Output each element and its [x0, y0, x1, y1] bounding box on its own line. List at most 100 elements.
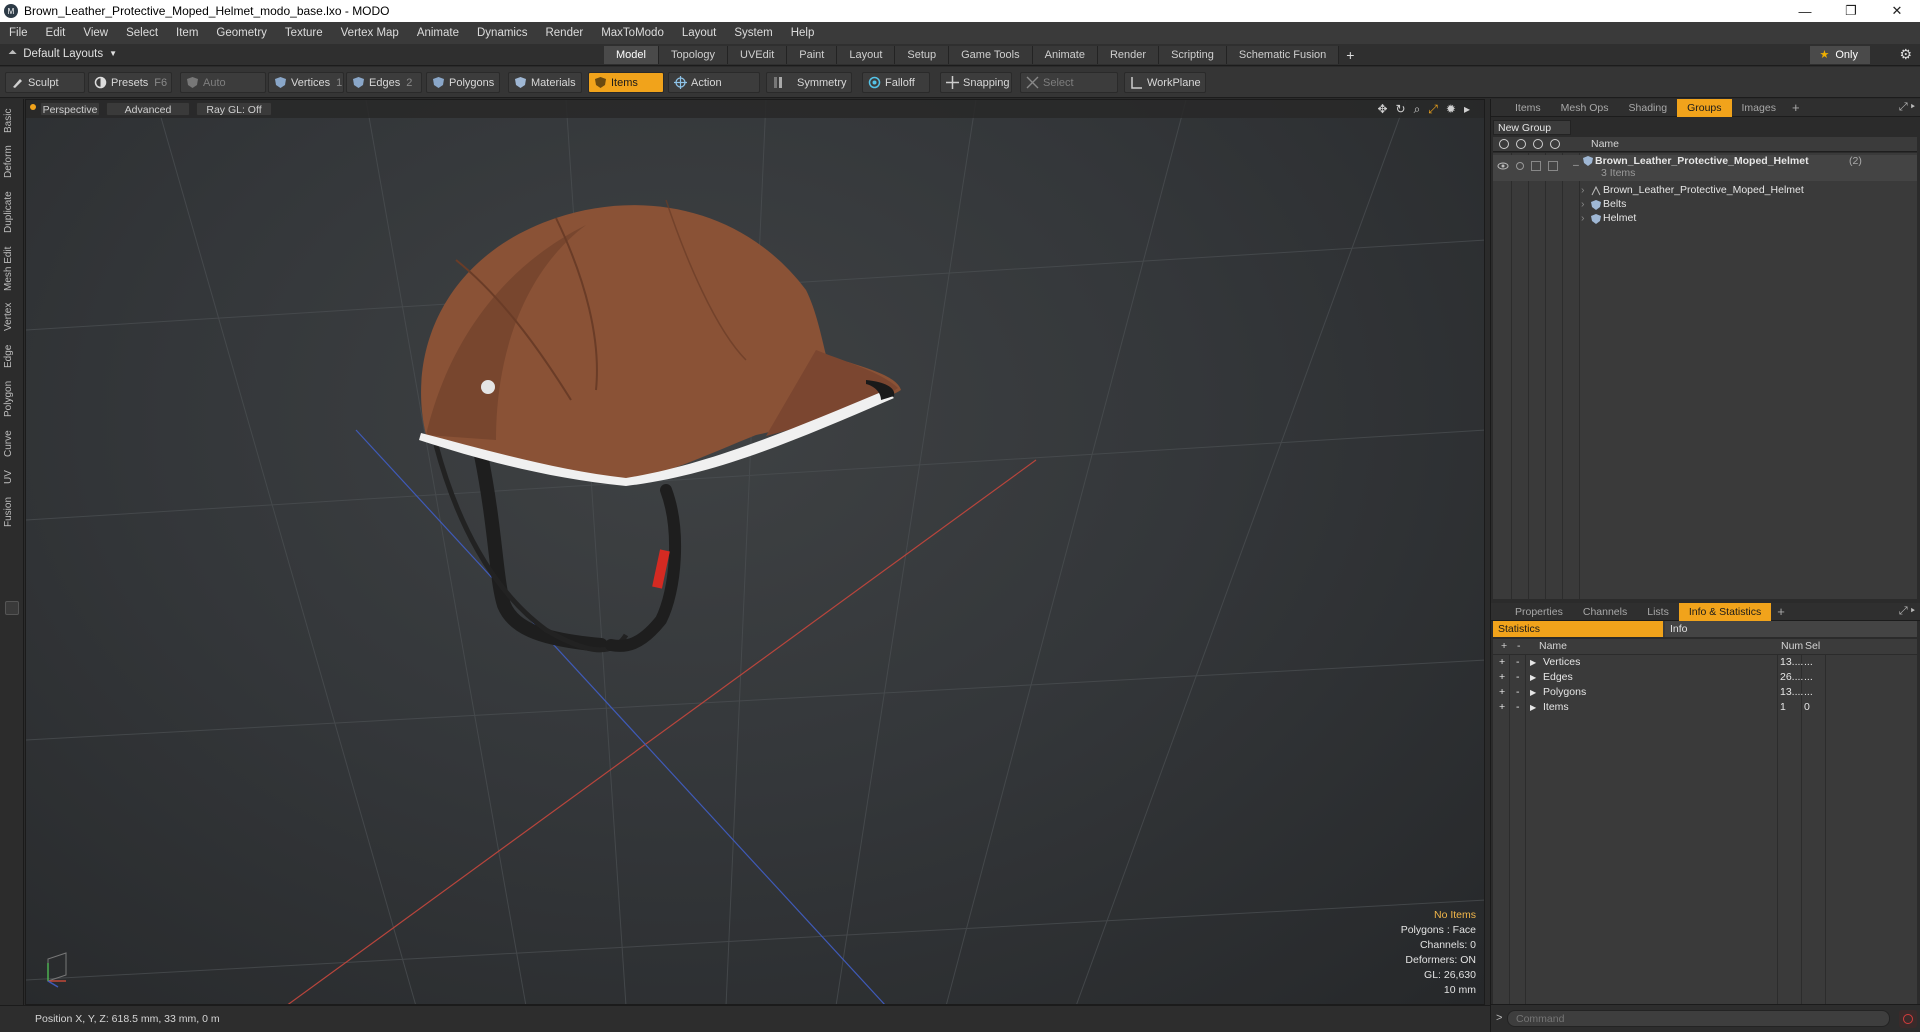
left-tab-vertex[interactable]: Vertex: [3, 299, 21, 335]
raygl-button[interactable]: Ray GL: Off: [196, 102, 272, 116]
materials-button[interactable]: Materials: [508, 72, 582, 93]
minimize-button[interactable]: —: [1782, 0, 1828, 22]
expand-row-icon[interactable]: +: [1499, 686, 1505, 698]
presets-button[interactable]: Presets F6: [88, 72, 172, 93]
new-group-button[interactable]: New Group: [1493, 120, 1571, 135]
falloff-button[interactable]: Falloff: [862, 72, 930, 93]
expand-all-icon[interactable]: +: [1501, 640, 1507, 652]
tab-images[interactable]: Images: [1732, 99, 1786, 117]
menu-vertex-map[interactable]: Vertex Map: [332, 27, 408, 39]
add-bottom-tab-button[interactable]: +: [1771, 603, 1791, 621]
stats-row-items[interactable]: + - ▶ Items 1 0: [1493, 700, 1917, 715]
menu-item[interactable]: Item: [167, 27, 207, 39]
record-macro-button[interactable]: [1899, 1010, 1917, 1028]
tab-scripting[interactable]: Scripting: [1159, 46, 1227, 64]
tab-uvedit[interactable]: UVEdit: [728, 46, 788, 64]
menu-layout[interactable]: Layout: [673, 27, 726, 39]
menu-file[interactable]: File: [0, 27, 37, 39]
sculpt-button[interactable]: Sculpt: [5, 72, 85, 93]
eye-icon[interactable]: [1497, 161, 1509, 171]
viewport-menu-arrow-icon[interactable]: ▸: [1464, 102, 1470, 117]
left-panel-toggle[interactable]: [5, 601, 19, 615]
gear-icon[interactable]: ⚙: [1899, 46, 1912, 63]
menu-edit[interactable]: Edit: [37, 27, 75, 39]
expand-row-icon[interactable]: +: [1499, 701, 1505, 713]
expand-row-icon[interactable]: +: [1499, 656, 1505, 668]
workplane-button[interactable]: WorkPlane: [1124, 72, 1206, 93]
3d-viewport[interactable]: Perspective Advanced Ray GL: Off ✥ ↻ ⌕ ⤢…: [25, 99, 1485, 1005]
command-input[interactable]: [1507, 1010, 1890, 1027]
left-tab-uv[interactable]: UV: [3, 467, 21, 487]
tab-model[interactable]: Model: [604, 46, 659, 64]
name-column-header[interactable]: Name: [1591, 138, 1619, 150]
symmetry-button[interactable]: Symmetry: [766, 72, 852, 93]
tab-channels[interactable]: Channels: [1573, 603, 1637, 621]
menu-dynamics[interactable]: Dynamics: [468, 27, 536, 39]
menu-system[interactable]: System: [725, 27, 781, 39]
lock-icon[interactable]: [1533, 139, 1543, 149]
tab-game-tools[interactable]: Game Tools: [949, 46, 1033, 64]
left-tab-curve[interactable]: Curve: [3, 427, 21, 461]
visibility-eye-icon[interactable]: [1499, 139, 1509, 149]
only-toggle[interactable]: ★ Only: [1809, 46, 1870, 64]
tab-animate[interactable]: Animate: [1032, 46, 1098, 64]
stats-row-polygons[interactable]: + - ▶ Polygons 13.... ...: [1493, 685, 1917, 700]
tree-arrow-icon[interactable]: ›: [1581, 184, 1585, 196]
vertices-button[interactable]: Vertices 1: [268, 72, 344, 93]
subtab-statistics[interactable]: Statistics: [1493, 621, 1663, 637]
left-tab-deform[interactable]: Deform: [3, 143, 21, 181]
tab-mesh-ops[interactable]: Mesh Ops: [1551, 99, 1619, 117]
tab-paint[interactable]: Paint: [787, 46, 838, 64]
left-tab-duplicate[interactable]: Duplicate: [3, 187, 21, 237]
tab-topology[interactable]: Topology: [658, 46, 729, 64]
restore-button[interactable]: ❐: [1828, 0, 1874, 22]
close-button[interactable]: ✕: [1874, 0, 1920, 22]
lock-checkbox[interactable]: [1531, 161, 1541, 171]
polygons-button[interactable]: Polygons: [426, 72, 500, 93]
zoom-icon[interactable]: ⌕: [1414, 102, 1421, 117]
left-tab-basic[interactable]: Basic: [3, 105, 21, 137]
collapse-row-icon[interactable]: -: [1516, 671, 1520, 683]
collapse-all-icon[interactable]: -: [1517, 640, 1521, 652]
tree-arrow-icon[interactable]: ▶: [1530, 703, 1536, 712]
tab-setup[interactable]: Setup: [895, 46, 950, 64]
tree-arrow-icon[interactable]: ▶: [1530, 673, 1536, 682]
left-tab-mesh-edit[interactable]: Mesh Edit: [3, 244, 21, 294]
pan-icon[interactable]: ✥: [1377, 102, 1387, 117]
tree-arrow-icon[interactable]: ›: [1581, 198, 1585, 210]
group-child-row[interactable]: › Brown_Leather_Protective_Moped_Helmet: [1493, 184, 1917, 198]
stats-num-header[interactable]: Num: [1781, 640, 1803, 652]
viewport-settings-icon[interactable]: ✹: [1446, 102, 1456, 117]
collapse-row-icon[interactable]: -: [1516, 701, 1520, 713]
action-center-button[interactable]: Action Center: [668, 72, 760, 110]
left-tab-edge[interactable]: Edge: [3, 341, 21, 371]
add-panel-tab-button[interactable]: +: [1786, 99, 1806, 117]
tree-arrow-icon[interactable]: ▶: [1530, 658, 1536, 667]
menu-maxtomodo[interactable]: MaxToModo: [592, 27, 673, 39]
menu-texture[interactable]: Texture: [276, 27, 332, 39]
items-button[interactable]: Items: [588, 72, 664, 93]
render-icon[interactable]: [1516, 139, 1526, 149]
stats-sel-header[interactable]: Sel: [1805, 640, 1820, 652]
tab-items[interactable]: Items: [1505, 99, 1551, 117]
stats-row-edges[interactable]: + - ▶ Edges 26.... ...: [1493, 670, 1917, 685]
menu-geometry[interactable]: Geometry: [207, 27, 276, 39]
render-toggle-icon[interactable]: [1514, 161, 1526, 171]
collapse-toggle-icon[interactable]: –: [1573, 159, 1579, 171]
tab-properties[interactable]: Properties: [1505, 603, 1573, 621]
select-checkbox[interactable]: [1548, 161, 1558, 171]
subtab-info[interactable]: Info: [1665, 621, 1917, 637]
menu-help[interactable]: Help: [782, 27, 824, 39]
add-tab-button[interactable]: +: [1339, 46, 1361, 64]
tab-layout[interactable]: Layout: [837, 46, 896, 64]
tab-info-statistics[interactable]: Info & Statistics: [1678, 603, 1772, 621]
select-through-button[interactable]: Select Through: [1020, 72, 1118, 110]
tab-groups[interactable]: Groups: [1677, 99, 1732, 117]
collapse-row-icon[interactable]: -: [1516, 686, 1520, 698]
stats-row-vertices[interactable]: + - ▶ Vertices 13.... ...: [1493, 655, 1917, 670]
fit-view-icon[interactable]: ⤢: [1428, 102, 1438, 117]
group-child-row[interactable]: › Helmet: [1493, 212, 1917, 226]
collapse-row-icon[interactable]: -: [1516, 656, 1520, 668]
layout-selector[interactable]: ⏶ Default Layouts ▼: [8, 47, 117, 60]
select-icon[interactable]: [1550, 139, 1560, 149]
